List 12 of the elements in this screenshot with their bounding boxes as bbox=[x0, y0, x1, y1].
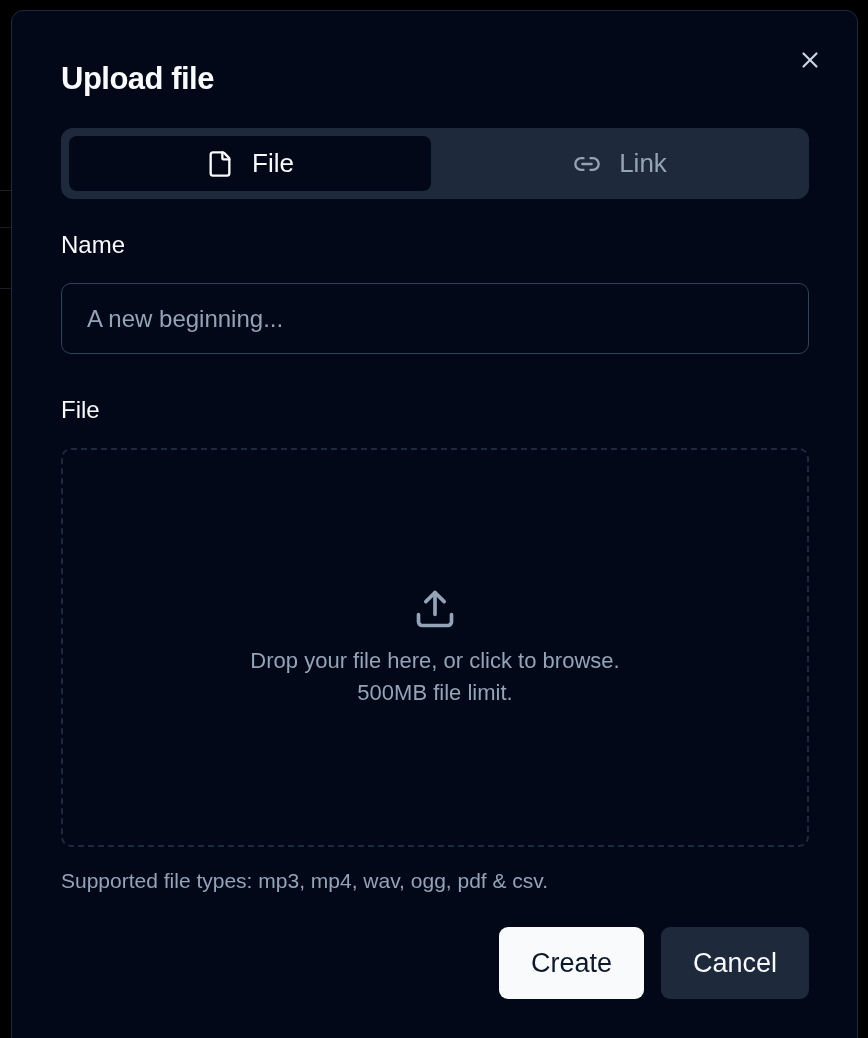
name-input[interactable]: A new beginning... bbox=[61, 283, 809, 354]
dialog-title: Upload file bbox=[61, 60, 215, 98]
field-label: File bbox=[61, 395, 101, 425]
tab[interactable]: Link bbox=[439, 136, 801, 191]
create-button[interactable]: Create bbox=[498, 927, 644, 999]
cancel-button[interactable]: Cancel bbox=[660, 927, 809, 999]
help-text: Supported file types: mp3, mp4, wav, ogg, pdf & csv. bbox=[61, 869, 550, 893]
drop-instructions: Drop your file here, or click to browse. bbox=[250, 646, 620, 675]
file-limit-text: 500MB file limit. bbox=[356, 678, 514, 707]
tab[interactable]: File bbox=[69, 136, 431, 191]
field-label: Name bbox=[61, 230, 127, 260]
file-drop-zone[interactable]: Drop your file here, or click to browse. 500MB file limit. bbox=[61, 448, 809, 847]
